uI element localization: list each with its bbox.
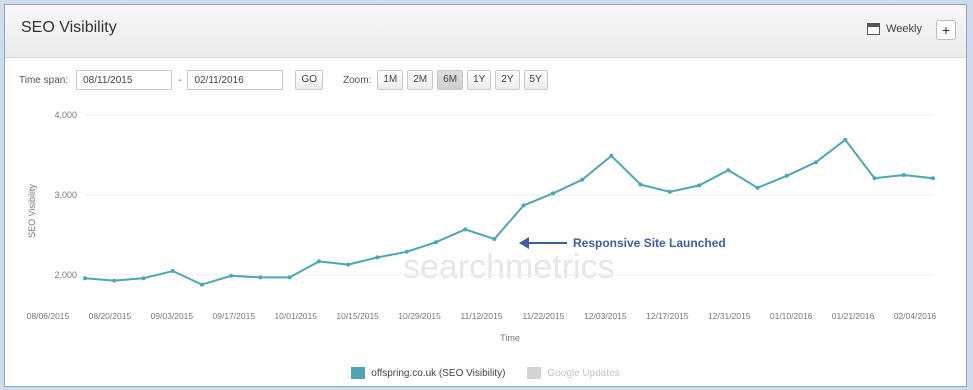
calendar-icon bbox=[867, 23, 881, 35]
data-point bbox=[316, 259, 321, 264]
legend-swatch-google-updates bbox=[527, 367, 542, 379]
legend-item-google-updates[interactable]: Google Updates bbox=[527, 367, 620, 379]
x-tick-label: 11/22/2015 bbox=[522, 311, 564, 321]
data-point bbox=[638, 182, 643, 187]
data-point bbox=[141, 276, 146, 281]
data-point bbox=[872, 176, 877, 181]
data-point bbox=[229, 273, 234, 278]
x-tick-label: 12/31/2015 bbox=[708, 311, 751, 321]
x-tick-label: 10/29/2015 bbox=[398, 311, 441, 321]
x-tick-label: 08/20/2015 bbox=[89, 311, 132, 321]
data-point bbox=[170, 269, 175, 273]
annotation-text: Responsive Site Launched bbox=[573, 236, 726, 250]
data-point bbox=[346, 262, 351, 267]
chart-controls: Time span: - GO Zoom: 1M 2M 6M 1Y 2Y 5Y bbox=[19, 69, 552, 91]
data-point bbox=[550, 191, 555, 196]
zoom-2m-button[interactable]: 2M bbox=[407, 70, 434, 90]
widget-header: SEO Visibility Weekly + bbox=[5, 5, 966, 58]
y-axis-ticks: 4,000 3,000 2,000 bbox=[54, 110, 77, 280]
data-point bbox=[287, 275, 292, 280]
seo-visibility-chart: searchmetrics 4,000 3,000 2,000 SEO Visibi… bbox=[27, 110, 937, 343]
add-button[interactable]: + bbox=[936, 20, 956, 40]
data-point bbox=[901, 173, 906, 177]
x-tick-label: 09/17/2015 bbox=[213, 311, 256, 321]
x-tick-label: 01/21/2016 bbox=[832, 311, 875, 321]
zoom-label: Zoom: bbox=[343, 74, 372, 86]
data-point bbox=[112, 278, 117, 283]
date-from-input[interactable] bbox=[76, 70, 173, 90]
x-tick-label: 12/17/2015 bbox=[646, 311, 689, 321]
data-point bbox=[375, 255, 380, 260]
data-point bbox=[609, 153, 614, 158]
x-tick-label: 12/03/2015 bbox=[584, 311, 627, 321]
data-point bbox=[83, 276, 87, 281]
y-tick-label: 4,000 bbox=[54, 110, 77, 120]
weekly-label: Weekly bbox=[886, 23, 922, 35]
y-tick-label: 3,000 bbox=[54, 190, 77, 200]
y-axis-label: SEO Visibility bbox=[27, 184, 37, 238]
date-separator: - bbox=[178, 74, 182, 86]
data-point bbox=[199, 282, 204, 287]
go-button[interactable]: GO bbox=[295, 70, 323, 90]
data-point bbox=[755, 185, 760, 190]
legend-label-visibility: offspring.co.uk (SEO Visibility) bbox=[371, 367, 506, 379]
data-point bbox=[697, 183, 702, 188]
data-point bbox=[667, 189, 672, 194]
weekly-toggle[interactable]: Weekly bbox=[867, 23, 922, 35]
x-tick-label: 10/01/2015 bbox=[274, 311, 317, 321]
date-to-input[interactable] bbox=[187, 70, 284, 90]
x-tick-label: 11/12/2015 bbox=[461, 311, 503, 321]
zoom-1m-button[interactable]: 1M bbox=[377, 70, 404, 90]
watermark-text: searchmetrics bbox=[403, 248, 615, 286]
data-point bbox=[580, 177, 585, 182]
zoom-2y-button[interactable]: 2Y bbox=[495, 70, 520, 90]
zoom-5y-button[interactable]: 5Y bbox=[523, 70, 548, 90]
x-tick-label: 09/03/2015 bbox=[151, 311, 194, 321]
data-point bbox=[784, 173, 789, 178]
x-axis-ticks: 08/06/2015 08/20/2015 09/03/2015 09/17/2015… bbox=[27, 311, 937, 321]
x-tick-label: 10/15/2015 bbox=[336, 311, 379, 321]
legend-item-visibility[interactable]: offspring.co.uk (SEO Visibility) bbox=[351, 367, 505, 379]
widget-title: SEO Visibility bbox=[21, 19, 117, 36]
data-point bbox=[521, 203, 526, 208]
data-point bbox=[492, 237, 497, 241]
legend-label-google-updates: Google Updates bbox=[547, 367, 620, 379]
seo-visibility-widget: SEO Visibility Weekly + Time span: - GO … bbox=[4, 4, 967, 387]
data-point bbox=[463, 227, 468, 232]
x-tick-label: 01/10/2016 bbox=[770, 311, 813, 321]
x-tick-label: 02/04/2016 bbox=[894, 311, 937, 321]
legend-swatch-visibility bbox=[351, 367, 366, 379]
zoom-1y-button[interactable]: 1Y bbox=[467, 70, 492, 90]
chart-legend: offspring.co.uk (SEO Visibility) Google … bbox=[5, 367, 966, 379]
time-span-label: Time span: bbox=[19, 74, 69, 86]
data-point bbox=[843, 137, 848, 142]
data-point bbox=[258, 275, 263, 280]
data-point bbox=[404, 249, 409, 254]
data-point bbox=[726, 168, 731, 173]
data-point bbox=[433, 240, 438, 245]
data-point bbox=[931, 176, 935, 181]
data-point bbox=[814, 160, 819, 165]
x-tick-label: 08/06/2015 bbox=[27, 311, 70, 321]
x-axis-label: Time bbox=[500, 333, 520, 343]
y-tick-label: 2,000 bbox=[54, 270, 77, 280]
zoom-6m-button[interactable]: 6M bbox=[437, 70, 464, 90]
